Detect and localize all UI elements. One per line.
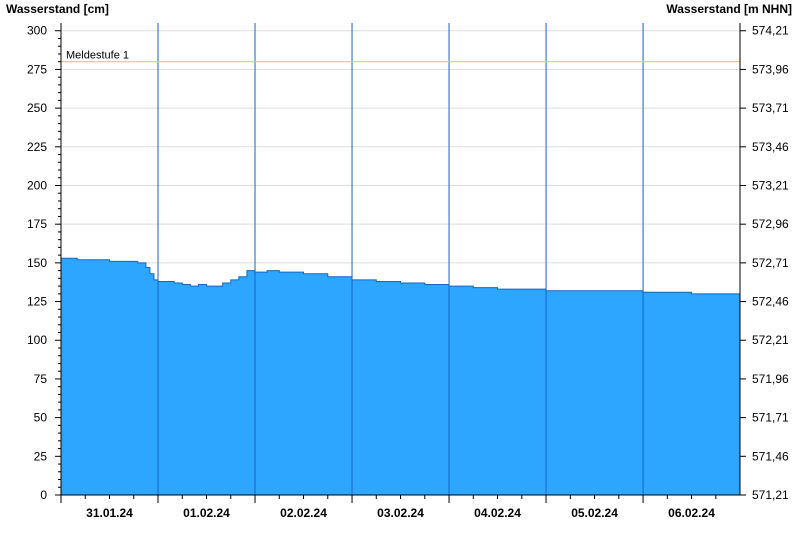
y-tick-label-left: 50 [34, 411, 48, 425]
y-tick-label-left: 225 [27, 140, 47, 154]
y-tick-label-left: 275 [27, 62, 47, 76]
x-tick-label: 02.02.24 [280, 506, 327, 520]
y-tick-label-left: 75 [34, 372, 48, 386]
right-axis-title: Wasserstand [m NHN] [666, 2, 792, 16]
y-tick-label-right: 571,21 [752, 488, 789, 502]
y-tick-label-right: 573,96 [752, 62, 789, 76]
water-level-area [61, 258, 740, 495]
y-tick-label-left: 25 [34, 449, 48, 463]
y-tick-label-left: 300 [27, 24, 47, 38]
y-tick-label-right: 571,71 [752, 411, 789, 425]
y-tick-label-right: 572,71 [752, 256, 789, 270]
x-tick-label: 04.02.24 [474, 506, 521, 520]
x-tick-label: 31.01.24 [86, 506, 133, 520]
y-tick-label-right: 572,21 [752, 333, 789, 347]
y-tick-label-left: 100 [27, 333, 47, 347]
y-tick-label-right: 571,46 [752, 449, 789, 463]
water-level-chart: Meldestufe 1 31.01.24 01.02.24 02.02.24 03.… [6, 2, 792, 520]
y-tick-label-left: 150 [27, 256, 47, 270]
y-tick-label-right: 573,46 [752, 140, 789, 154]
y-tick-label-right: 573,21 [752, 178, 789, 192]
reference-line-group: Meldestufe 1 [61, 50, 740, 63]
y-tick-label-left: 0 [40, 488, 47, 502]
y-tick-label-right: 573,71 [752, 101, 789, 115]
left-axis-title: Wasserstand [cm] [6, 2, 109, 16]
meldestufe-label: Meldestufe 1 [66, 50, 129, 62]
y-tick-label-right: 572,96 [752, 217, 789, 231]
y-tick-label-right: 571,96 [752, 372, 789, 386]
x-tick-label: 06.02.24 [668, 506, 715, 520]
y-tick-label-left: 125 [27, 295, 47, 309]
y-tick-label-left: 175 [27, 217, 47, 231]
y-tick-label-right: 572,46 [752, 295, 789, 309]
x-tick-label: 01.02.24 [183, 506, 230, 520]
x-tick-label: 05.02.24 [571, 506, 618, 520]
y-tick-label-left: 250 [27, 101, 47, 115]
y-tick-label-right: 574,21 [752, 24, 789, 38]
y-tick-label-left: 200 [27, 178, 47, 192]
water-level-series [61, 23, 741, 495]
x-tick-label: 03.02.24 [377, 506, 424, 520]
